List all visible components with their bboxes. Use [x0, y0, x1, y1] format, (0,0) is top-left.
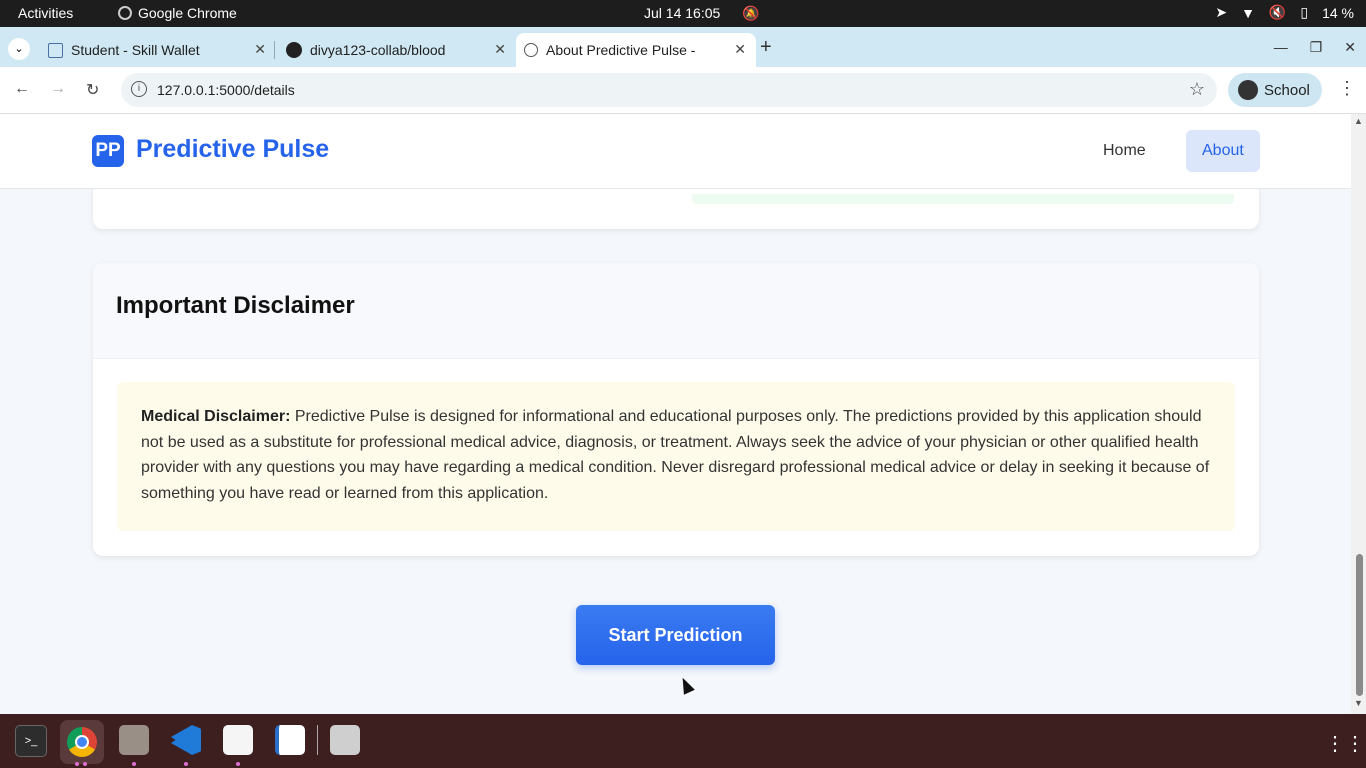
chrome-icon: [118, 6, 132, 20]
wallet-icon: [48, 42, 63, 58]
clock[interactable]: Jul 14 16:05: [644, 5, 720, 21]
maximize-icon[interactable]: ❐: [1310, 39, 1323, 56]
site-navbar: PP Predictive Pulse Home About: [0, 114, 1351, 189]
taskbar-dock: >_ ⋮⋮⋮: [0, 714, 1366, 768]
disclaimer-paragraph: Medical Disclaimer: Predictive Pulse is …: [141, 404, 1219, 506]
tab-strip: ⌄ Student - Skill Wallet ✕ divya123-coll…: [0, 27, 1366, 67]
disclaimer-text: Predictive Pulse is designed for informa…: [141, 408, 1210, 502]
window-controls: — ❐ ✕: [1274, 39, 1356, 56]
chrome-menu-icon[interactable]: ⋮: [1338, 78, 1356, 99]
nav-home-link[interactable]: Home: [1087, 130, 1162, 172]
trash-icon[interactable]: [330, 725, 360, 755]
site-logo[interactable]: PP: [92, 135, 124, 167]
activities-button[interactable]: Activities: [18, 5, 73, 21]
telegram-icon: ➤: [1215, 4, 1228, 20]
running-indicator: [83, 762, 87, 766]
nav-about-link[interactable]: About: [1186, 130, 1260, 172]
terminal-icon[interactable]: >_: [15, 725, 47, 757]
bookmark-star-icon[interactable]: ☆: [1189, 79, 1205, 100]
text-editor-icon[interactable]: [223, 725, 253, 755]
forward-arrow-icon[interactable]: →: [50, 80, 66, 98]
brand-name[interactable]: Predictive Pulse: [136, 135, 329, 164]
tab-skill-wallet[interactable]: Student - Skill Wallet ✕: [40, 33, 276, 67]
address-bar[interactable]: i 127.0.0.1:5000/details ☆: [121, 73, 1217, 107]
show-apps-grid-icon[interactable]: ⋮⋮⋮: [1325, 731, 1366, 756]
new-tab-button[interactable]: +: [760, 36, 772, 59]
avatar: [1238, 80, 1258, 100]
running-indicator: [236, 762, 240, 766]
card-header: Important Disclaimer: [93, 263, 1259, 359]
profile-label: School: [1264, 81, 1310, 99]
tab-separator: [274, 41, 275, 59]
running-indicator: [132, 762, 136, 766]
disclaimer-label: Medical Disclaimer:: [141, 408, 291, 425]
github-icon: [286, 42, 302, 58]
dock-separator: [317, 725, 318, 755]
reload-icon[interactable]: ↻: [86, 80, 99, 100]
close-icon[interactable]: ✕: [734, 41, 746, 58]
scroll-up-icon[interactable]: ▲: [1354, 116, 1363, 126]
writer-icon[interactable]: [275, 725, 305, 755]
notifications-muted-icon: 🔕: [742, 5, 760, 21]
url-text[interactable]: 127.0.0.1:5000/details: [157, 82, 295, 98]
disclaimer-heading: Important Disclaimer: [116, 292, 355, 319]
running-indicator: [75, 762, 79, 766]
page-viewport: PP Predictive Pulse Home About Important…: [0, 114, 1351, 714]
app-menu[interactable]: Google Chrome: [118, 5, 237, 21]
chrome-dock-icon[interactable]: [60, 720, 104, 764]
profile-button[interactable]: School: [1228, 73, 1322, 107]
wifi-icon: ▼: [1241, 4, 1255, 21]
globe-icon: [524, 43, 538, 57]
medical-disclaimer-box: Medical Disclaimer: Predictive Pulse is …: [117, 382, 1235, 531]
battery-level: 14 %: [1322, 4, 1354, 21]
disclaimer-card: Important Disclaimer Medical Disclaimer:…: [93, 263, 1259, 556]
browser-toolbar: ← → ↻ i 127.0.0.1:5000/details ☆ School …: [0, 67, 1366, 114]
tab-title: About Predictive Pulse -: [546, 42, 696, 58]
system-top-bar: Activities Google Chrome Jul 14 16:05 🔕 …: [0, 0, 1366, 27]
close-icon[interactable]: ✕: [254, 41, 266, 58]
minimize-icon[interactable]: —: [1274, 39, 1288, 56]
app-name: Google Chrome: [138, 5, 237, 21]
start-prediction-button[interactable]: Start Prediction: [576, 605, 775, 665]
system-tray[interactable]: ➤ ▼ 🔇 ▯ 14 %: [1215, 4, 1354, 21]
tab-search-icon[interactable]: ⌄: [8, 38, 30, 60]
chrome-icon-center: [75, 735, 89, 749]
battery-icon: ▯: [1300, 4, 1309, 20]
page-scrollbar[interactable]: ▲ ▼: [1351, 114, 1366, 714]
tab-title: divya123-collab/blood: [310, 42, 446, 58]
tab-github[interactable]: divya123-collab/blood ✕: [278, 33, 516, 67]
files-icon[interactable]: [119, 725, 149, 755]
mouse-cursor: [677, 675, 695, 695]
tab-title: Student - Skill Wallet: [71, 42, 200, 58]
info-box: [692, 194, 1234, 204]
scroll-down-icon[interactable]: ▼: [1354, 698, 1363, 708]
close-icon[interactable]: ✕: [494, 41, 506, 58]
volume-muted-icon: 🔇: [1268, 4, 1287, 20]
back-arrow-icon[interactable]: ←: [14, 80, 30, 98]
scrollbar-thumb[interactable]: [1356, 554, 1363, 696]
site-info-icon[interactable]: i: [131, 81, 147, 97]
running-indicator: [184, 762, 188, 766]
close-window-icon[interactable]: ✕: [1344, 39, 1356, 56]
tab-about-predictive-pulse[interactable]: About Predictive Pulse - ✕: [516, 33, 756, 67]
vscode-icon[interactable]: [171, 725, 201, 755]
